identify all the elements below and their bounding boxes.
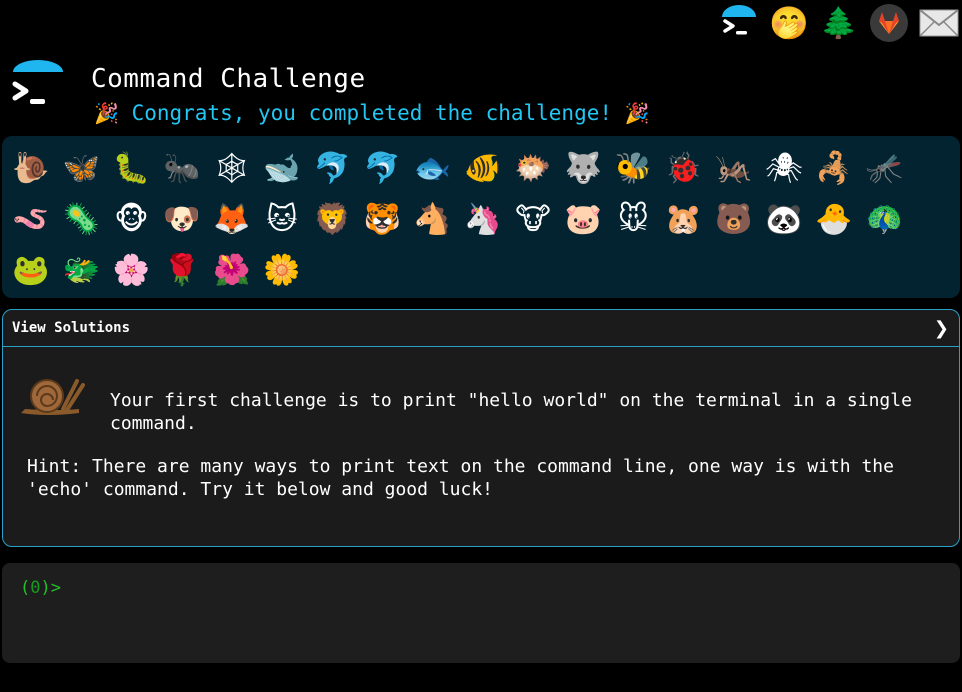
emoji-badge: 🐻 xyxy=(715,201,753,237)
emoji-badge: 🦄 xyxy=(464,201,502,237)
congrats-text: Congrats, you completed the challenge! xyxy=(131,101,612,125)
emoji-badge: 🦂 xyxy=(815,150,853,186)
emoji-badge: 🐬 xyxy=(313,150,351,186)
challenge-card: View Solutions ❯ Your first challenge is… xyxy=(2,309,960,547)
emoji-badge: 🌺 xyxy=(213,252,251,288)
terminal-prompt: (0)> xyxy=(20,578,61,598)
emoji-badge: 🐷 xyxy=(564,201,602,237)
emoji-badge: 🐱 xyxy=(266,201,298,237)
emoji-badge: 🦊 xyxy=(213,201,251,237)
emoji-badge: 🐭 xyxy=(617,201,649,237)
emoji-badge: 🐺 xyxy=(564,150,602,186)
emoji-badge: 🐮 xyxy=(515,201,551,237)
emoji-badge: 🦁 xyxy=(313,201,351,237)
logo-icon xyxy=(12,60,64,116)
terminal-logo-icon[interactable] xyxy=(716,0,762,46)
shushing-face-icon[interactable]: 🤭 xyxy=(766,0,812,46)
gitlab-icon[interactable] xyxy=(866,0,912,46)
terminal-input-area[interactable]: (0)> xyxy=(2,563,960,663)
emoji-badge: 🐴 xyxy=(413,201,452,237)
emoji-badge: 🪱 xyxy=(12,201,50,237)
chevron-right-icon[interactable]: ❯ xyxy=(934,318,949,339)
emoji-badge: 🐣 xyxy=(815,201,853,237)
emoji-badge: 🐝 xyxy=(614,150,653,186)
emoji-badge: 🐌 xyxy=(12,150,50,186)
tree-icon[interactable]: 🌲 xyxy=(816,0,862,46)
prompt-exit-code: 0 xyxy=(30,578,41,598)
emoji-badge: 🦚 xyxy=(865,201,903,237)
emoji-badge: 🐋 xyxy=(263,150,301,186)
emoji-badge: 🐠 xyxy=(464,150,502,186)
emoji-badge: 🐼 xyxy=(765,201,803,237)
emoji-badge: 🦠 xyxy=(62,201,100,237)
emoji-badge: 🌼 xyxy=(263,252,301,288)
emoji-badge: 🦟 xyxy=(865,150,903,186)
snail-icon xyxy=(17,373,87,423)
emoji-badge: 🕷 xyxy=(764,150,803,186)
emoji-badge: 🐹 xyxy=(664,201,703,237)
emoji-badge: 🐵 xyxy=(114,201,149,237)
top-nav: 🤭 🌲 xyxy=(712,0,962,46)
view-solutions-toggle[interactable]: View Solutions ❯ xyxy=(3,310,959,347)
emoji-badge: 🐡 xyxy=(514,150,552,186)
emoji-badge: 🕸 xyxy=(212,150,251,186)
emoji-badge: 🐟 xyxy=(413,150,452,186)
emoji-badge: 🐶 xyxy=(162,201,201,237)
congrats-message: 🎉 Congrats, you completed the challenge!… xyxy=(94,101,650,125)
emoji-badge: 🐞 xyxy=(664,150,703,186)
page-title: Command Challenge xyxy=(91,64,366,94)
challenge-hint: Hint: There are many ways to print text … xyxy=(27,456,894,500)
challenge-description: Your first challenge is to print "hello … xyxy=(110,390,912,434)
emoji-badge: 🐯 xyxy=(363,201,402,237)
emoji-badge: 🦗 xyxy=(715,150,753,186)
party-popper-icon: 🎉 xyxy=(624,101,650,125)
emoji-badge: 🐸 xyxy=(12,252,50,288)
view-solutions-label: View Solutions xyxy=(12,320,131,336)
emoji-badge: 🐬 xyxy=(363,150,402,186)
party-popper-icon: 🎉 xyxy=(94,101,119,125)
emoji-badge: 🌸 xyxy=(112,252,151,288)
emoji-badge: 🐛 xyxy=(112,150,151,186)
emoji-badge: 🌹 xyxy=(162,252,201,288)
emoji-collection-panel: 🐌 🦋 🐛 🐜 🕸 🐋 🐬 🐬 🐟 🐠 🐡 🐺 🐝 🐞 🦗 🕷 🦂 🦟 🪱 🦠 🐵 🐶 🦊 🐱 🦁 🐯 🐴 🦄 🐮 🐷 🐭 🐹 🐻 🐼 🐣 🦚 🐸 🐲 🌸 🌹… xyxy=(2,136,960,298)
mail-icon[interactable] xyxy=(916,0,962,46)
emoji-badge: 🦋 xyxy=(62,150,100,186)
emoji-badge: 🐲 xyxy=(62,252,100,288)
emoji-badge: 🐜 xyxy=(162,150,201,186)
